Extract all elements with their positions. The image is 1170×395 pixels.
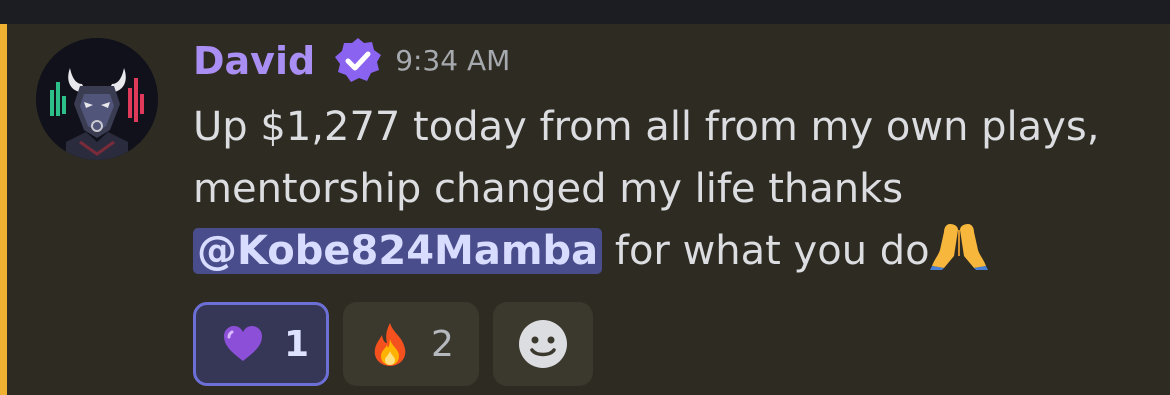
add-reaction-button[interactable] [493, 302, 593, 386]
reaction-count: 2 [431, 323, 454, 365]
message-line-3-text: for what you do [602, 228, 930, 274]
purple-heart-icon [220, 321, 266, 367]
message-line-3: @Kobe824Mamba for what you do [193, 220, 1133, 282]
reaction-count: 1 [284, 323, 310, 365]
message-timestamp[interactable]: 9:34 AM [395, 36, 510, 86]
top-bar [0, 0, 1170, 24]
verified-badge-icon[interactable] [333, 36, 383, 86]
add-reaction-icon [519, 320, 567, 368]
fire-icon [367, 321, 413, 367]
reaction-bar: 1 2 [193, 302, 593, 386]
reaction-purple-heart[interactable]: 1 [193, 302, 329, 386]
message-line-2: mentorship changed my life thanks [193, 166, 904, 212]
message-content: Up $1,277 today from all from my own pla… [193, 96, 1133, 282]
message-header: David 9:34 AM [193, 36, 510, 86]
folded-hands-icon [929, 220, 988, 270]
message-line-1: Up $1,277 today from all from my own pla… [193, 104, 1100, 150]
mention-highlight-bar [0, 24, 7, 395]
reaction-fire[interactable]: 2 [343, 302, 479, 386]
chat-message[interactable]: David 9:34 AM Up $1,277 today from all f… [7, 24, 1170, 395]
author-name[interactable]: David [193, 36, 315, 86]
bull-avatar-icon[interactable] [36, 38, 158, 160]
user-mention[interactable]: @Kobe824Mamba [193, 228, 603, 274]
